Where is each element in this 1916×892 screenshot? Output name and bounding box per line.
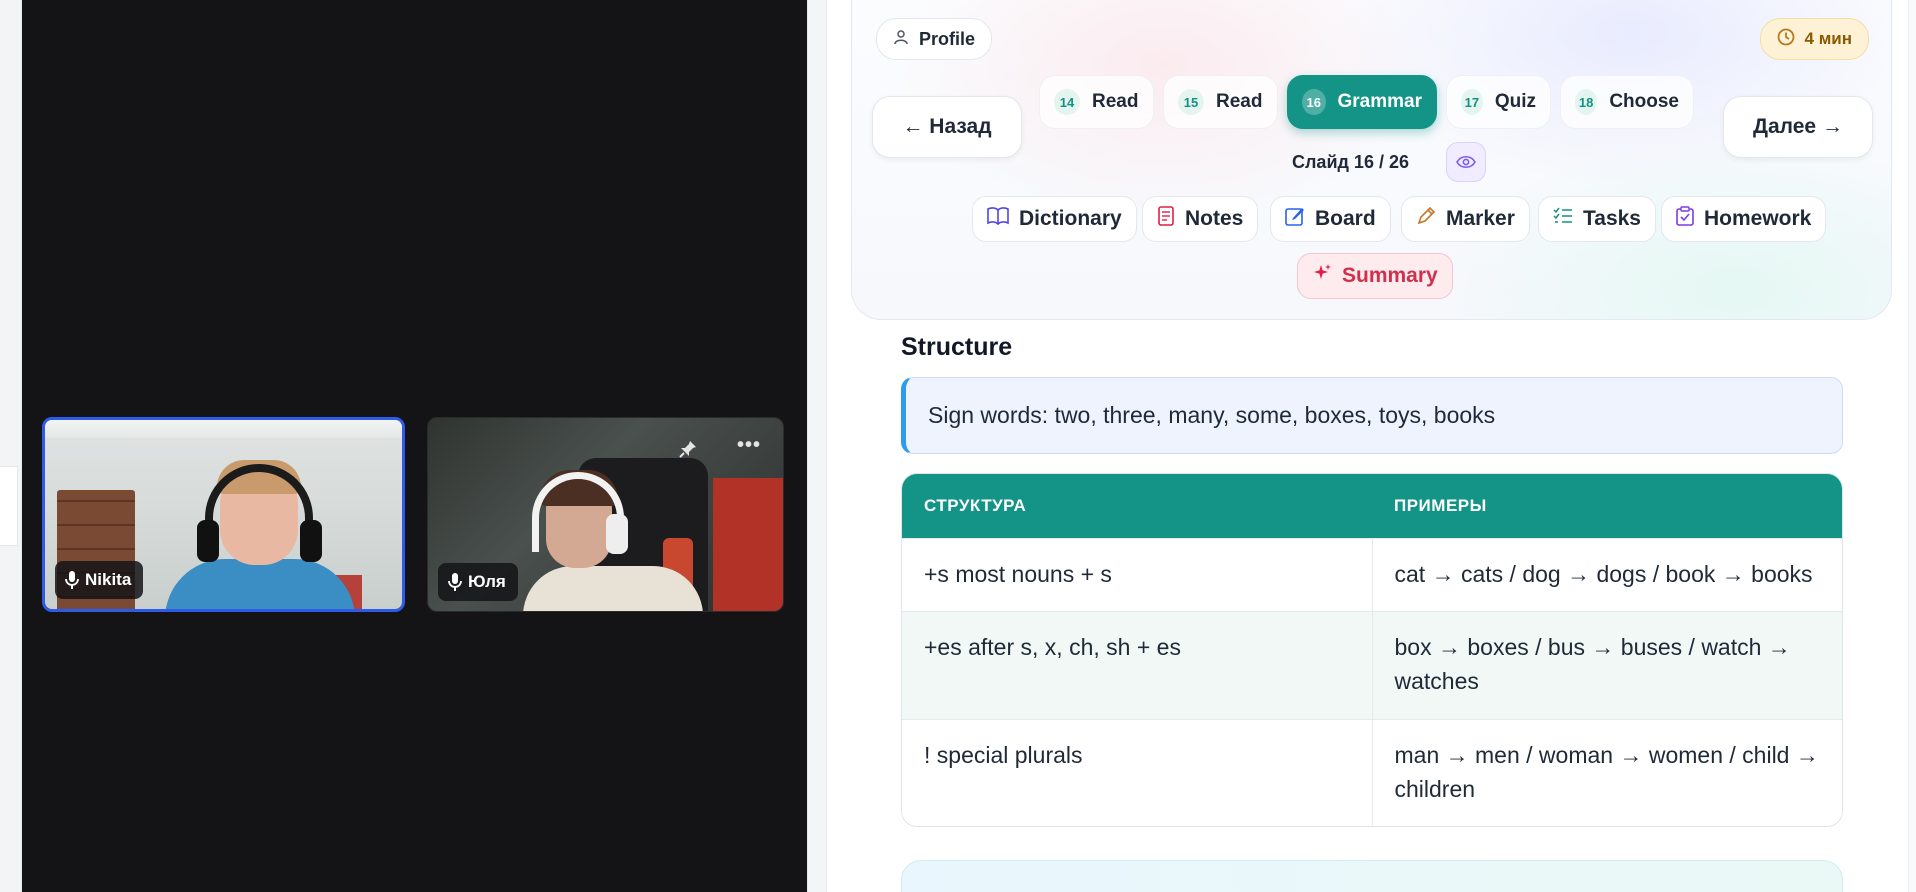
book-icon [987, 207, 1009, 231]
slide-chip-17[interactable]: 17 Quiz [1446, 75, 1551, 129]
marker-button[interactable]: Marker [1401, 196, 1530, 242]
lesson-panel: Profile 4 мин ← Назад Далее → 14 Read 15 R… [827, 0, 1916, 892]
column-header: ПРИМЕРЫ [1394, 496, 1487, 515]
clipboard-icon [1676, 206, 1694, 232]
profile-button[interactable]: Profile [876, 18, 993, 60]
side-handle[interactable] [0, 466, 18, 546]
panel-divider[interactable] [807, 0, 827, 892]
slide-label: Choose [1609, 91, 1679, 112]
slide-number: 15 [1178, 89, 1204, 115]
slide-number: 16 [1302, 89, 1326, 115]
table-cell: +es after s, x, ch, sh + es [902, 612, 1373, 719]
table-cell: box → boxes / bus → buses / watch → watc… [1394, 634, 1791, 694]
next-button[interactable]: Далее → [1723, 96, 1873, 158]
dictionary-button[interactable]: Dictionary [972, 196, 1137, 242]
notes-button[interactable]: Notes [1142, 196, 1259, 242]
sign-words-callout: Sign words: two, three, many, some, boxe… [901, 377, 1843, 454]
back-label: ← Назад [902, 115, 992, 138]
tool-label: Notes [1185, 207, 1244, 230]
sparkle-icon [1312, 263, 1332, 289]
table-cell: cat → cats / dog → dogs / book → books [1394, 561, 1813, 587]
board-button[interactable]: Board [1270, 196, 1391, 242]
slide-label: Quiz [1494, 91, 1536, 112]
slide-chip-18[interactable]: 18 Choose [1560, 75, 1694, 129]
tool-label: Marker [1446, 207, 1515, 230]
clock-icon [1777, 28, 1795, 51]
table-row: +es after s, x, ch, sh + es box → boxes … [902, 611, 1842, 719]
timer-label: 4 мин [1804, 29, 1852, 48]
slide-chip-15[interactable]: 15 Read [1163, 75, 1278, 129]
table-cell: man → men / woman → women / child → chil… [1394, 742, 1819, 802]
participant-name-tag: Юля [438, 563, 518, 601]
table-header: СТРУКТУРА ПРИМЕРЫ [902, 474, 1842, 538]
participant-name: Nikita [85, 570, 132, 589]
slide-number: 18 [1575, 89, 1598, 115]
marker-icon [1416, 206, 1436, 232]
left-edge-strip [0, 0, 22, 892]
table-cell: ! special plurals [902, 720, 1373, 826]
slide-chip-16-current[interactable]: 16 Grammar [1287, 75, 1437, 129]
slide-chip-14[interactable]: 14 Read [1039, 75, 1154, 129]
video-tile-yulia[interactable]: ••• Юля [427, 417, 784, 612]
tool-label: Homework [1704, 207, 1812, 230]
pin-icon[interactable] [679, 440, 697, 464]
column-header: СТРУКТУРА [924, 496, 1027, 515]
grammar-table: СТРУКТУРА ПРИМЕРЫ +s most nouns + s cat … [901, 473, 1843, 827]
next-label: Далее → [1753, 115, 1843, 138]
mic-icon [448, 573, 462, 591]
homework-button[interactable]: Homework [1661, 196, 1827, 242]
tasks-icon [1553, 207, 1573, 231]
eye-icon[interactable] [1446, 142, 1486, 182]
participant-name: Юля [468, 572, 506, 591]
summary-button[interactable]: Summary [1297, 253, 1453, 299]
slide-number: 17 [1461, 89, 1483, 115]
video-tile-nikita[interactable]: Nikita [42, 417, 405, 612]
slide-number: 14 [1054, 89, 1080, 115]
slide-label: Read [1092, 91, 1139, 112]
timer-badge: 4 мин [1759, 18, 1869, 60]
slide-counter: Слайд 16 / 26 [1292, 152, 1409, 172]
board-icon [1285, 206, 1305, 232]
more-options-icon[interactable]: ••• [737, 434, 761, 457]
participant-name-tag: Nikita [55, 561, 144, 599]
next-content-block [901, 860, 1843, 892]
table-row: +s most nouns + s cat → cats / dog → dog… [902, 538, 1842, 611]
tasks-button[interactable]: Tasks [1538, 196, 1656, 242]
section-title: Structure [901, 333, 1013, 361]
profile-label: Profile [919, 28, 976, 49]
lesson-navigation-card: Profile 4 мин ← Назад Далее → 14 Read 15 R… [851, 0, 1892, 320]
tool-label: Summary [1342, 264, 1438, 287]
table-row: ! special plurals man → men / woman → wo… [902, 719, 1842, 826]
tool-label: Board [1315, 207, 1376, 230]
tool-label: Tasks [1583, 207, 1641, 230]
mic-icon [65, 571, 79, 589]
notes-icon [1157, 206, 1175, 232]
table-cell: +s most nouns + s [902, 539, 1373, 611]
back-button[interactable]: ← Назад [872, 96, 1022, 158]
slide-label: Grammar [1337, 91, 1423, 112]
user-icon [893, 29, 909, 50]
slide-label: Read [1216, 91, 1263, 112]
tool-label: Dictionary [1019, 207, 1122, 230]
scrollbar[interactable] [1908, 0, 1916, 892]
